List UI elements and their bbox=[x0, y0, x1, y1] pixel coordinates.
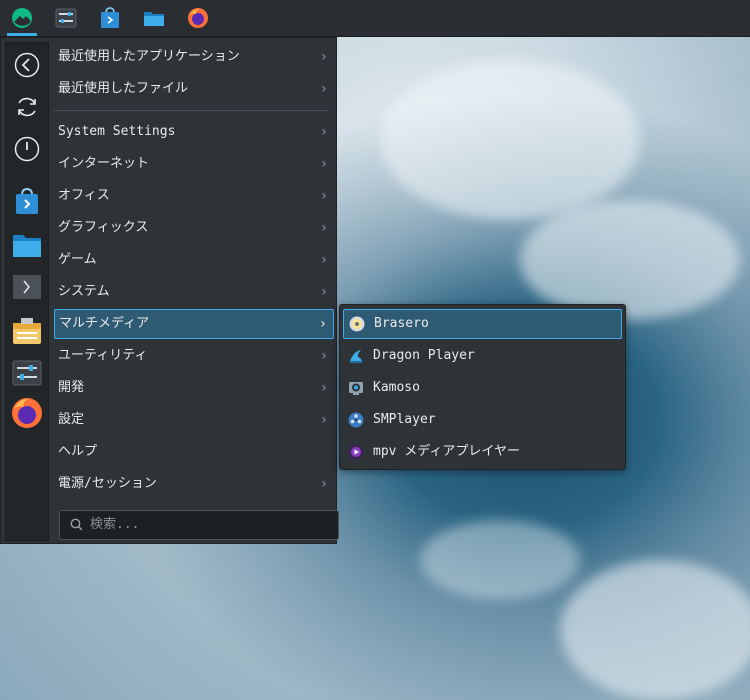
menu-item-games[interactable]: ゲーム › bbox=[54, 245, 334, 275]
chevron-right-icon: › bbox=[319, 220, 328, 236]
top-panel bbox=[0, 0, 750, 37]
chevron-right-icon: › bbox=[319, 156, 328, 172]
chevron-right-icon: › bbox=[319, 476, 328, 492]
menu-item-label: 開発 bbox=[58, 380, 85, 395]
menu-item-graphics[interactable]: グラフィックス › bbox=[54, 213, 334, 243]
menu-item-power-session[interactable]: 電源/セッション › bbox=[54, 469, 334, 499]
menu-separator bbox=[54, 110, 329, 111]
menu-item-label: 電源/セッション bbox=[58, 476, 157, 491]
shutdown-button[interactable] bbox=[11, 133, 43, 165]
mpv-play-icon bbox=[348, 444, 364, 460]
restart-icon bbox=[18, 97, 36, 117]
film-reel-icon bbox=[348, 412, 364, 428]
submenu-item-dragon-player[interactable]: Dragon Player bbox=[343, 341, 622, 371]
menu-item-help[interactable]: ヘルプ bbox=[54, 437, 334, 467]
power-icon bbox=[14, 136, 40, 162]
settings-favorite[interactable] bbox=[11, 357, 43, 389]
menu-item-label: システム bbox=[58, 284, 110, 299]
firefox-favorite[interactable] bbox=[11, 397, 43, 429]
discover-taskbar-button[interactable] bbox=[92, 2, 128, 34]
terminal-favorite[interactable] bbox=[11, 271, 43, 303]
menu-item-label: グラフィックス bbox=[58, 220, 149, 235]
system-settings-taskbar-button[interactable] bbox=[48, 2, 84, 34]
menu-item-label: インターネット bbox=[58, 156, 150, 171]
archive-favorite[interactable] bbox=[11, 315, 43, 347]
folder-icon bbox=[13, 235, 41, 257]
firefox-icon bbox=[12, 398, 42, 428]
search-icon bbox=[70, 518, 83, 531]
menu-item-label: オフィス bbox=[58, 188, 110, 203]
submenu-item-label: Kamoso bbox=[373, 380, 420, 395]
chevron-right-icon: › bbox=[319, 348, 328, 364]
chevron-right-icon: › bbox=[319, 188, 328, 204]
discover-favorite[interactable] bbox=[11, 185, 43, 217]
menu-item-label: System Settings bbox=[58, 124, 176, 139]
menu-item-label: ユーティリティ bbox=[58, 348, 148, 363]
restart-button[interactable] bbox=[11, 91, 43, 123]
search-input[interactable]: 検索... bbox=[59, 510, 339, 540]
dragon-icon bbox=[350, 350, 362, 363]
file-manager-taskbar-button[interactable] bbox=[136, 2, 172, 34]
menu-item-label: 設定 bbox=[58, 412, 85, 427]
chevron-right-icon: › bbox=[319, 81, 328, 97]
terminal-icon bbox=[13, 275, 41, 299]
menu-item-label: ゲーム bbox=[58, 252, 97, 267]
menu-item-settings[interactable]: 設定 › bbox=[54, 405, 334, 435]
submenu-item-smplayer[interactable]: SMPlayer bbox=[343, 405, 622, 435]
menu-item-label: 最近使用したファイル bbox=[58, 81, 189, 96]
submenu-item-mpv[interactable]: mpv メディアプレイヤー bbox=[343, 437, 622, 467]
webcam-icon bbox=[349, 382, 363, 395]
menu-item-office[interactable]: オフィス › bbox=[54, 181, 334, 211]
menu-item-multimedia[interactable]: マルチメディア › bbox=[54, 309, 334, 339]
settings-sliders-icon bbox=[12, 360, 42, 386]
chevron-right-icon: › bbox=[318, 316, 327, 332]
back-arrow-icon bbox=[14, 52, 40, 78]
store-bag-icon bbox=[101, 7, 119, 28]
firefox-icon bbox=[188, 8, 208, 28]
submenu-item-label: SMPlayer bbox=[373, 412, 436, 427]
multimedia-submenu: Brasero Dragon Player Kamoso SMPlayer mp… bbox=[339, 304, 626, 470]
submenu-item-label: mpv メディアプレイヤー bbox=[373, 444, 521, 459]
menu-item-system[interactable]: システム › bbox=[54, 277, 334, 307]
chevron-right-icon: › bbox=[319, 380, 328, 396]
application-launcher-button[interactable] bbox=[4, 2, 40, 36]
files-favorite[interactable] bbox=[11, 229, 43, 261]
search-placeholder: 検索... bbox=[90, 517, 140, 532]
submenu-item-brasero[interactable]: Brasero bbox=[343, 309, 622, 339]
menu-item-internet[interactable]: インターネット › bbox=[54, 149, 334, 179]
folder-icon bbox=[144, 12, 164, 26]
chevron-right-icon: › bbox=[319, 252, 328, 268]
chevron-right-icon: › bbox=[319, 124, 328, 140]
menu-item-label: ヘルプ bbox=[58, 444, 98, 459]
store-bag-icon bbox=[16, 187, 38, 214]
chevron-right-icon: › bbox=[319, 49, 328, 65]
back-button[interactable] bbox=[11, 49, 43, 81]
submenu-item-label: Dragon Player bbox=[373, 348, 475, 363]
settings-sliders-icon bbox=[55, 8, 77, 28]
menu-item-recent-apps[interactable]: 最近使用したアプリケーション › bbox=[54, 42, 334, 72]
menu-item-system-settings[interactable]: System Settings › bbox=[54, 117, 334, 147]
chevron-right-icon: › bbox=[319, 284, 328, 300]
firefox-taskbar-button[interactable] bbox=[180, 2, 216, 34]
submenu-item-label: Brasero bbox=[374, 316, 429, 331]
application-launcher-menu: 最近使用したアプリケーション › 最近使用したファイル › System Set… bbox=[0, 37, 339, 544]
submenu-item-kamoso[interactable]: Kamoso bbox=[343, 373, 622, 403]
menu-item-recent-files[interactable]: 最近使用したファイル › bbox=[54, 74, 334, 104]
menu-item-development[interactable]: 開発 › bbox=[54, 373, 334, 403]
archive-icon bbox=[13, 318, 41, 344]
chevron-right-icon: › bbox=[319, 412, 328, 428]
disc-icon bbox=[349, 316, 365, 332]
rocky-logo-icon bbox=[12, 8, 32, 28]
favorites-bar bbox=[5, 42, 49, 541]
menu-item-label: 最近使用したアプリケーション bbox=[58, 49, 240, 64]
menu-item-label: マルチメディア bbox=[59, 316, 150, 331]
menu-item-utilities[interactable]: ユーティリティ › bbox=[54, 341, 334, 371]
